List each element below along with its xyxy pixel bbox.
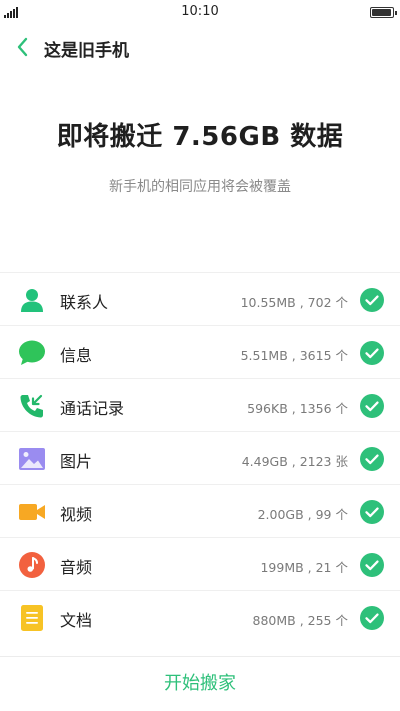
- video-icon: [18, 498, 46, 526]
- check-icon[interactable]: [360, 288, 384, 312]
- check-icon[interactable]: [360, 553, 384, 577]
- migration-size-title: 即将搬迁 7.56GB 数据: [56, 122, 344, 152]
- message-icon: [18, 339, 46, 367]
- back-button[interactable]: [10, 32, 36, 62]
- status-time: 10:10: [181, 4, 219, 19]
- data-category-list: 联系人 10.55MB , 702 个 信息 5.51MB , 3615 个 通…: [0, 272, 400, 644]
- item-detail: 5.51MB , 3615 个: [240, 348, 348, 363]
- item-label: 音频: [60, 558, 93, 577]
- list-item-messages[interactable]: 信息 5.51MB , 3615 个: [0, 326, 400, 379]
- status-bar: 10:10: [0, 0, 400, 24]
- battery-icon: [370, 7, 397, 18]
- item-detail: 2.00GB , 99 个: [257, 507, 348, 522]
- document-icon: [18, 604, 46, 632]
- page-title: 这是旧手机: [44, 41, 129, 61]
- item-label: 联系人: [60, 293, 109, 312]
- audio-icon: [18, 551, 46, 579]
- item-detail: 880MB , 255 个: [252, 613, 348, 628]
- check-icon[interactable]: [360, 341, 384, 365]
- item-label: 信息: [60, 346, 93, 365]
- list-item-audio[interactable]: 音频 199MB , 21 个: [0, 538, 400, 591]
- migration-subtitle: 新手机的相同应用将会被覆盖: [109, 179, 291, 195]
- contacts-icon: [18, 286, 46, 314]
- check-icon[interactable]: [360, 394, 384, 418]
- list-item-contacts[interactable]: 联系人 10.55MB , 702 个: [0, 273, 400, 326]
- call-log-icon: [18, 392, 46, 420]
- list-item-documents[interactable]: 文档 880MB , 255 个: [0, 591, 400, 644]
- item-label: 通话记录: [60, 399, 125, 418]
- item-label: 图片: [60, 452, 93, 471]
- chevron-left-icon: [17, 37, 28, 57]
- item-label: 文档: [60, 611, 93, 630]
- check-icon[interactable]: [360, 606, 384, 630]
- item-detail: 4.49GB , 2123 张: [241, 454, 348, 469]
- item-detail: 199MB , 21 个: [260, 560, 348, 575]
- item-detail: 596KB , 1356 个: [247, 401, 348, 416]
- item-detail: 10.55MB , 702 个: [240, 295, 348, 310]
- check-icon[interactable]: [360, 447, 384, 471]
- list-item-video[interactable]: 视频 2.00GB , 99 个: [0, 485, 400, 538]
- header: 这是旧手机: [0, 30, 400, 64]
- list-item-pictures[interactable]: 图片 4.49GB , 2123 张: [0, 432, 400, 485]
- item-label: 视频: [60, 505, 93, 524]
- check-icon[interactable]: [360, 500, 384, 524]
- start-migration-button[interactable]: 开始搬家: [0, 657, 400, 711]
- list-item-call-log[interactable]: 通话记录 596KB , 1356 个: [0, 379, 400, 432]
- picture-icon: [18, 445, 46, 473]
